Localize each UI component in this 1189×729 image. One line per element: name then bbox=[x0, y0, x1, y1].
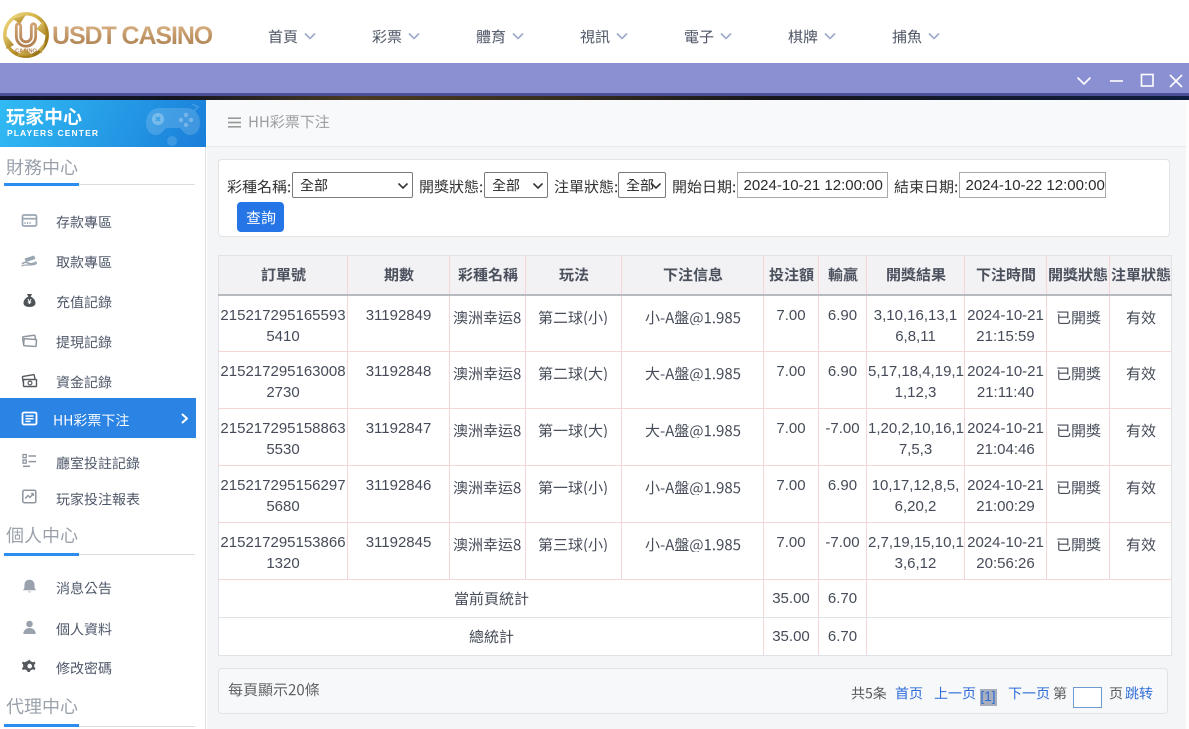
svg-text:CASINO: CASINO bbox=[15, 49, 37, 55]
